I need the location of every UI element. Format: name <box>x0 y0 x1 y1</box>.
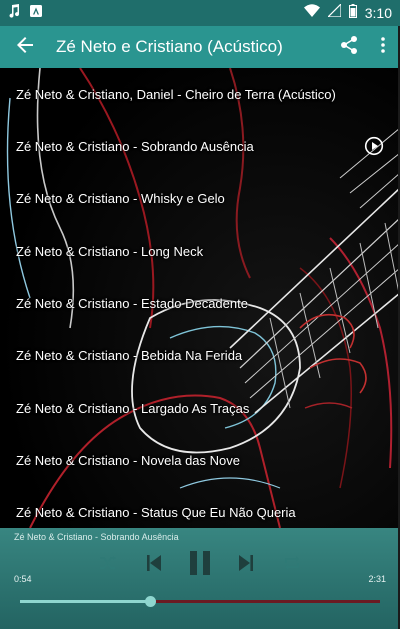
skip-previous-icon <box>147 554 161 576</box>
song-title: Zé Neto & Cristiano - Novela das Nove <box>16 452 240 468</box>
list-item[interactable]: Zé Neto & Cristiano, Daniel - Cheiro de … <box>0 68 400 120</box>
current-time: 0:54 <box>14 574 32 584</box>
song-title: Zé Neto & Cristiano - Bebida Na Ferida <box>16 347 243 363</box>
player-controls <box>0 548 400 582</box>
list-item[interactable]: Zé Neto & Cristiano - Whisky e Gelo <box>0 172 400 224</box>
app-bar: Zé Neto e Cristiano (Acústico) <box>0 26 400 68</box>
pause-button[interactable] <box>186 548 214 582</box>
pause-icon <box>190 550 210 580</box>
song-title: Zé Neto & Cristiano - Estado Decadente <box>16 295 248 311</box>
song-title: Zé Neto & Cristiano - Whisky e Gelo <box>16 190 225 206</box>
list-item[interactable]: Zé Neto & Cristiano - Estado Decadente <box>0 277 400 329</box>
seek-bar[interactable] <box>20 596 380 607</box>
song-title: Zé Neto & Cristiano - Status Que Eu Não … <box>16 504 296 520</box>
wifi-icon <box>303 4 320 22</box>
repeat-button[interactable] <box>280 548 304 582</box>
shuffle-button[interactable] <box>96 548 120 582</box>
total-time: 2:31 <box>368 574 386 584</box>
play-circle-icon[interactable] <box>364 136 384 156</box>
music-note-icon <box>8 3 20 23</box>
share-button[interactable] <box>332 26 366 68</box>
list-item[interactable]: Zé Neto & Cristiano - Novela das Nove <box>0 434 400 486</box>
back-button[interactable] <box>0 26 50 68</box>
seek-progress <box>20 600 150 603</box>
list-item[interactable]: Zé Neto & Cristiano - Sobrando Ausência <box>0 120 400 172</box>
next-button[interactable] <box>234 548 258 582</box>
back-arrow-icon <box>17 36 33 58</box>
more-options-button[interactable] <box>366 26 400 68</box>
player-panel: Zé Neto & Cristiano - Sobrando Ausência <box>0 528 400 629</box>
page-title: Zé Neto e Cristiano (Acústico) <box>56 37 283 56</box>
battery-icon <box>348 3 357 23</box>
seek-thumb[interactable] <box>144 596 156 607</box>
more-vert-icon <box>381 36 385 58</box>
repeat-icon <box>284 555 300 575</box>
list-item[interactable]: Zé Neto & Cristiano - Largado As Traças <box>0 382 400 434</box>
song-title: Zé Neto & Cristiano - Sobrando Ausência <box>16 138 254 154</box>
song-title: Zé Neto & Cristiano - Largado As Traças <box>16 400 250 416</box>
status-time: 3:10 <box>364 5 392 21</box>
app-screen: 3:10 Zé Neto e Cristiano (Acústico) Zé N… <box>0 0 400 629</box>
share-icon <box>341 35 357 59</box>
song-title: Zé Neto & Cristiano, Daniel - Cheiro de … <box>16 86 336 102</box>
list-item[interactable]: Zé Neto & Cristiano - Long Neck <box>0 225 400 277</box>
list-item[interactable]: Zé Neto & Cristiano - Bebida Na Ferida <box>0 329 400 381</box>
signal-icon <box>326 2 342 22</box>
song-list: Zé Neto & Cristiano, Daniel - Cheiro de … <box>0 68 400 528</box>
shuffle-icon <box>100 555 116 575</box>
amazon-icon <box>30 4 42 22</box>
status-bar: 3:10 <box>0 0 400 26</box>
skip-next-icon <box>239 554 253 576</box>
now-playing-title: Zé Neto & Cristiano - Sobrando Ausência <box>14 532 179 542</box>
previous-button[interactable] <box>142 548 166 582</box>
song-title: Zé Neto & Cristiano - Long Neck <box>16 243 204 259</box>
